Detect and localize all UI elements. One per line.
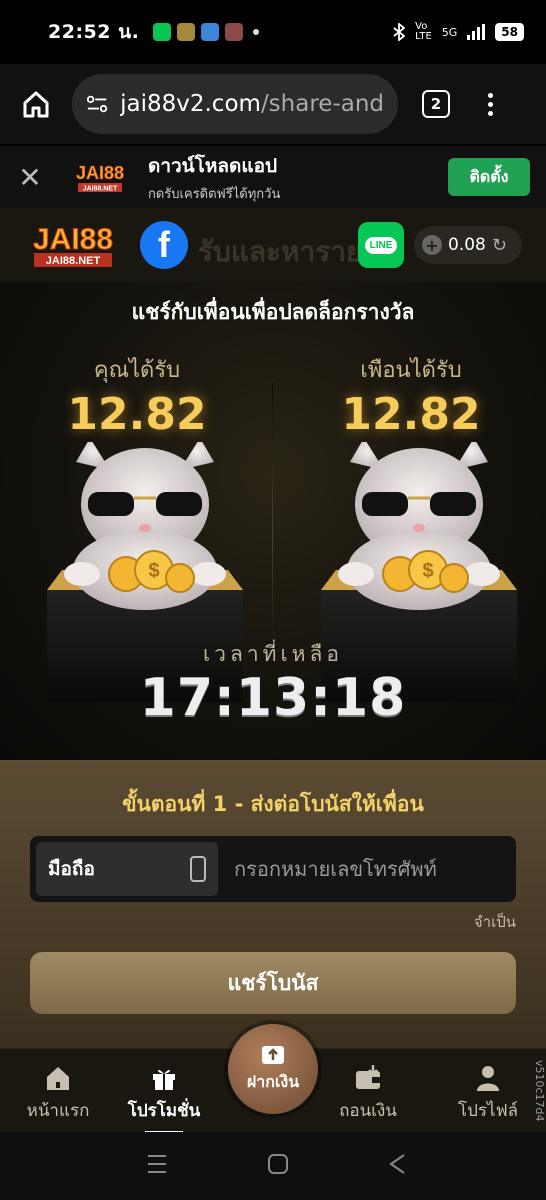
site-logo-text: JAI88 — [33, 223, 113, 256]
nav-item-promotions[interactable]: โปรโมชั่น — [114, 1063, 214, 1124]
svg-text:$: $ — [148, 560, 159, 582]
status-bar: 22:52 น. Vo LTE 5G 58 — [0, 0, 546, 64]
mobile-phone-icon — [190, 856, 206, 882]
header-background-title: รับและหาราย — [198, 235, 363, 268]
user-icon — [477, 1066, 499, 1091]
url-path: /share-and-e — [260, 91, 384, 117]
browser-toolbar: jai88v2.com/share-and-e 2 — [0, 64, 546, 144]
svg-text:$: $ — [422, 560, 433, 582]
hero-title: แชร์กับเพื่อนเพื่อปลดล็อกรางวัล — [131, 300, 415, 324]
menu-dot — [488, 110, 493, 116]
site-header: รับและหาราย JAI88 JAI88.NET f LINE + 0.0… — [0, 208, 546, 282]
phone-type-selector[interactable]: มือถือ — [36, 842, 218, 896]
system-navigation-bar — [0, 1132, 546, 1200]
home-icon — [23, 91, 49, 118]
install-button[interactable]: ติดตั้ง — [448, 158, 530, 196]
home-icon — [47, 1067, 69, 1090]
banner-app-logo: JAI88 JAI88.NET — [70, 159, 130, 195]
browser-home-button[interactable] — [16, 84, 56, 124]
hero-divider — [272, 382, 273, 682]
nav-label-promotions: โปรโมชั่น — [127, 1101, 201, 1121]
gift-icon — [153, 1069, 175, 1090]
network-type: 5G — [441, 25, 458, 39]
phone-number-input[interactable] — [234, 842, 510, 896]
address-bar[interactable]: jai88v2.com/share-and-e — [72, 74, 398, 134]
recent-apps-icon[interactable] — [146, 1152, 168, 1176]
deposit-icon — [262, 1045, 284, 1064]
share-reward-hero: แชร์กับเพื่อนเพื่อปลดล็อกรางวัล คุณได้รั… — [0, 282, 546, 760]
add-balance-icon[interactable]: + — [422, 235, 442, 255]
time-left-label: เวลาที่เหลือ — [203, 642, 343, 666]
facebook-share-icon[interactable]: f — [140, 221, 188, 269]
share-bonus-button[interactable]: แชร์โบนัส — [30, 952, 516, 1014]
you-receive-value: 12.82 — [67, 389, 207, 440]
line-notification-icon — [153, 23, 172, 41]
game-notification-icon — [225, 23, 244, 41]
url-domain: jai88v2.com — [120, 91, 261, 117]
balance-value: 0.08 — [448, 235, 486, 255]
line-label: LINE — [364, 236, 398, 254]
you-receive-panel: คุณได้รับ 12.82 — [22, 352, 252, 440]
nav-item-withdraw[interactable]: ถอนเงิน — [318, 1063, 418, 1124]
banner-close-icon[interactable]: ✕ — [16, 161, 44, 194]
status-time: 22:52 น. — [48, 21, 140, 43]
phone-type-label: มือถือ — [48, 858, 95, 880]
bluetooth-icon — [393, 23, 406, 41]
nav-label-profile: โปรไฟล์ — [457, 1101, 519, 1121]
browser-menu-button[interactable] — [488, 92, 493, 116]
line-share-icon[interactable]: LINE — [358, 222, 404, 268]
banner-logo-sub: JAI88.NET — [83, 186, 118, 193]
phone-field: มือถือ — [30, 836, 516, 902]
status-system-icons: Vo LTE 5G 58 — [393, 22, 524, 42]
weather-notification-icon — [201, 23, 220, 41]
home-nav-icon[interactable] — [266, 1152, 290, 1176]
share-form-section: ขั้นตอนที่ 1 - ส่งต่อโบนัสให้เพื่อน มือถ… — [0, 760, 546, 1048]
friend-receive-value: 12.82 — [341, 389, 481, 440]
wallet-icon — [356, 1065, 380, 1089]
you-receive-label: คุณได้รับ — [93, 358, 181, 383]
menu-dot — [488, 92, 493, 98]
deposit-label: ฝากเงิน — [246, 1071, 300, 1091]
facebook-letter: f — [158, 224, 170, 265]
countdown-timer: 17:13:18 — [139, 668, 407, 728]
nav-item-profile[interactable]: โปรไฟล์ — [438, 1063, 538, 1124]
menu-dot — [488, 101, 493, 107]
site-logo-sub: JAI88.NET — [46, 255, 101, 267]
battery-icon: 58 — [495, 23, 524, 41]
banner-logo-text: JAI88 — [76, 163, 124, 183]
nav-label-withdraw: ถอนเงิน — [339, 1101, 397, 1121]
nav-label-home: หน้าแรก — [26, 1101, 90, 1121]
required-note: จำเป็น — [473, 913, 516, 931]
step-title: ขั้นตอนที่ 1 - ส่งต่อโบนัสให้เพื่อน — [122, 792, 424, 816]
banner-title: ดาวน์โหลดแอป — [148, 154, 278, 177]
deposit-button[interactable]: ฝากเงิน — [228, 1024, 318, 1114]
refresh-balance-icon[interactable]: ↻ — [492, 235, 507, 256]
banner-texts: ดาวน์โหลดแอป กดรับเครดิตฟรีได้ทุกวัน — [148, 151, 280, 204]
install-app-banner: ✕ JAI88 JAI88.NET ดาวน์โหลดแอป กดรับเครด… — [0, 146, 546, 208]
signal-icon — [467, 24, 486, 40]
site-logo[interactable]: JAI88 JAI88.NET — [24, 219, 122, 271]
banner-subtitle: กดรับเครดิตฟรีได้ทุกวัน — [148, 186, 281, 202]
status-notification-icons — [153, 23, 260, 41]
nav-item-home[interactable]: หน้าแรก — [8, 1063, 108, 1124]
site-settings-icon[interactable] — [86, 94, 108, 114]
more-notifications-dot — [253, 29, 260, 35]
bank-notification-icon — [177, 23, 196, 41]
tab-switcher-button[interactable]: 2 — [422, 90, 450, 118]
friend-receive-panel: เพือนได้รับ 12.82 — [296, 352, 526, 440]
version-tag: v510c17d4 — [533, 1060, 546, 1122]
back-icon[interactable] — [386, 1152, 408, 1176]
balance-pill[interactable]: + 0.08 ↻ — [414, 226, 522, 264]
friend-receive-label: เพือนได้รับ — [360, 358, 462, 383]
url-text: jai88v2.com/share-and-e — [120, 91, 384, 117]
volte-icon: Vo LTE — [415, 21, 432, 42]
